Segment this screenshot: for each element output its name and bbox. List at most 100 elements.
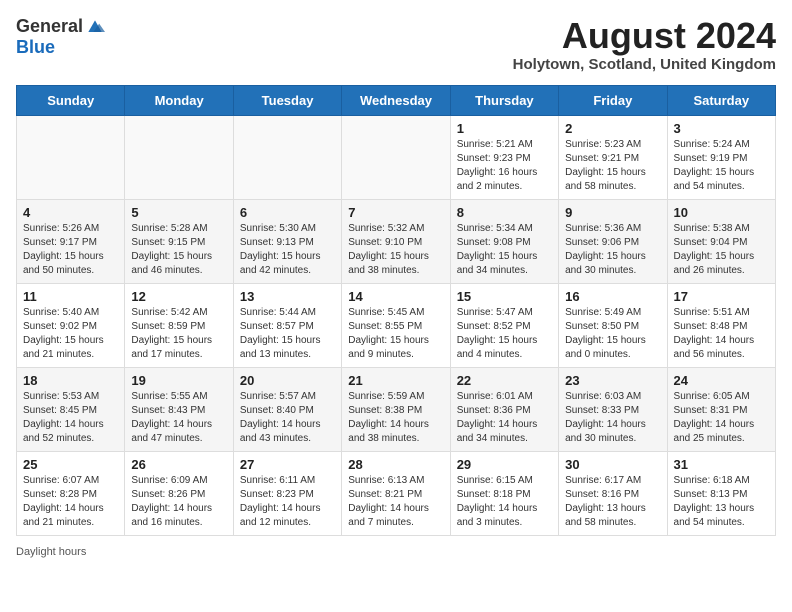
calendar-cell: 16 Sunrise: 5:49 AM Sunset: 8:50 PM Dayli…	[559, 283, 667, 367]
day-info: Sunrise: 6:11 AM Sunset: 8:23 PM Dayligh…	[240, 474, 335, 530]
day-number: 24	[674, 373, 769, 388]
day-info: Sunrise: 5:28 AM Sunset: 9:15 PM Dayligh…	[131, 222, 226, 278]
location-subtitle: Holytown, Scotland, United Kingdom	[513, 56, 776, 73]
day-info: Sunrise: 6:15 AM Sunset: 8:18 PM Dayligh…	[457, 474, 552, 530]
calendar-cell: 8Sunrise: 5:34 AM Sunset: 9:08 PM Daylig…	[450, 199, 558, 283]
day-info: Sunrise: 6:07 AM Sunset: 8:28 PM Dayligh…	[23, 474, 118, 530]
title-block: August 2024 Holytown, Scotland, United K…	[513, 16, 776, 73]
calendar-cell: 7 Sunrise: 5:32 AM Sunset: 9:10 PM Daylig…	[342, 199, 450, 283]
calendar-cell: 2 Sunrise: 5:23 AM Sunset: 9:21 PM Daylig…	[559, 115, 667, 199]
calendar-cell: 18Sunrise: 5:53 AM Sunset: 8:45 PM Dayli…	[17, 367, 125, 451]
calendar-cell: 14Sunrise: 5:45 AM Sunset: 8:55 PM Dayli…	[342, 283, 450, 367]
calendar-cell: 10Sunrise: 5:38 AM Sunset: 9:04 PM Dayli…	[667, 199, 775, 283]
calendar-week-row: 18Sunrise: 5:53 AM Sunset: 8:45 PM Dayli…	[17, 367, 776, 451]
weekday-header: Friday	[559, 85, 667, 115]
calendar-cell: 1 Sunrise: 5:21 AM Sunset: 9:23 PM Daylig…	[450, 115, 558, 199]
day-number: 21	[348, 373, 443, 388]
day-number: 1	[457, 121, 552, 136]
day-info: Sunrise: 5:57 AM Sunset: 8:40 PM Dayligh…	[240, 390, 335, 446]
day-info: Sunrise: 5:30 AM Sunset: 9:13 PM Dayligh…	[240, 222, 335, 278]
day-info: Sunrise: 5:40 AM Sunset: 9:02 PM Dayligh…	[23, 306, 118, 362]
calendar-cell: 5 Sunrise: 5:28 AM Sunset: 9:15 PM Daylig…	[125, 199, 233, 283]
calendar-cell: 30 Sunrise: 6:17 AM Sunset: 8:16 PM Dayli…	[559, 451, 667, 535]
calendar-table: SundayMondayTuesdayWednesdayThursdayFrid…	[16, 85, 776, 536]
day-number: 22	[457, 373, 552, 388]
day-info: Sunrise: 6:03 AM Sunset: 8:33 PM Dayligh…	[565, 390, 660, 446]
day-info: Sunrise: 5:38 AM Sunset: 9:04 PM Dayligh…	[674, 222, 769, 278]
weekday-header: Saturday	[667, 85, 775, 115]
logo: General Blue	[16, 16, 105, 58]
calendar-header-row: SundayMondayTuesdayWednesdayThursdayFrid…	[17, 85, 776, 115]
day-info: Sunrise: 6:01 AM Sunset: 8:36 PM Dayligh…	[457, 390, 552, 446]
calendar-cell: 31Sunrise: 6:18 AM Sunset: 8:13 PM Dayli…	[667, 451, 775, 535]
logo-general-text: General	[16, 16, 83, 37]
weekday-header: Tuesday	[233, 85, 341, 115]
day-number: 28	[348, 457, 443, 472]
calendar-cell: 24 Sunrise: 6:05 AM Sunset: 8:31 PM Dayli…	[667, 367, 775, 451]
day-number: 2	[565, 121, 660, 136]
day-info: Sunrise: 5:36 AM Sunset: 9:06 PM Dayligh…	[565, 222, 660, 278]
weekday-header: Wednesday	[342, 85, 450, 115]
calendar-cell: 25 Sunrise: 6:07 AM Sunset: 8:28 PM Dayli…	[17, 451, 125, 535]
calendar-cell: 27 Sunrise: 6:11 AM Sunset: 8:23 PM Dayli…	[233, 451, 341, 535]
calendar-cell: 11Sunrise: 5:40 AM Sunset: 9:02 PM Dayli…	[17, 283, 125, 367]
page-header: General Blue August 2024 Holytown, Scotl…	[16, 16, 776, 73]
calendar-cell: 22 Sunrise: 6:01 AM Sunset: 8:36 PM Dayli…	[450, 367, 558, 451]
day-number: 4	[23, 205, 118, 220]
day-info: Sunrise: 6:05 AM Sunset: 8:31 PM Dayligh…	[674, 390, 769, 446]
day-number: 20	[240, 373, 335, 388]
calendar-cell: 23 Sunrise: 6:03 AM Sunset: 8:33 PM Dayli…	[559, 367, 667, 451]
weekday-header: Thursday	[450, 85, 558, 115]
calendar-cell: 6 Sunrise: 5:30 AM Sunset: 9:13 PM Daylig…	[233, 199, 341, 283]
day-info: Sunrise: 6:17 AM Sunset: 8:16 PM Dayligh…	[565, 474, 660, 530]
day-number: 9	[565, 205, 660, 220]
calendar-week-row: 1 Sunrise: 5:21 AM Sunset: 9:23 PM Daylig…	[17, 115, 776, 199]
day-number: 7	[348, 205, 443, 220]
calendar-cell: 20 Sunrise: 5:57 AM Sunset: 8:40 PM Dayli…	[233, 367, 341, 451]
day-number: 30	[565, 457, 660, 472]
day-info: Sunrise: 5:59 AM Sunset: 8:38 PM Dayligh…	[348, 390, 443, 446]
day-info: Sunrise: 5:34 AM Sunset: 9:08 PM Dayligh…	[457, 222, 552, 278]
day-info: Sunrise: 5:45 AM Sunset: 8:55 PM Dayligh…	[348, 306, 443, 362]
day-number: 16	[565, 289, 660, 304]
calendar-cell	[342, 115, 450, 199]
calendar-cell: 3Sunrise: 5:24 AM Sunset: 9:19 PM Daylig…	[667, 115, 775, 199]
day-number: 31	[674, 457, 769, 472]
day-info: Sunrise: 5:49 AM Sunset: 8:50 PM Dayligh…	[565, 306, 660, 362]
month-year-title: August 2024	[513, 16, 776, 56]
day-number: 26	[131, 457, 226, 472]
day-info: Sunrise: 5:32 AM Sunset: 9:10 PM Dayligh…	[348, 222, 443, 278]
day-info: Sunrise: 6:13 AM Sunset: 8:21 PM Dayligh…	[348, 474, 443, 530]
day-info: Sunrise: 5:21 AM Sunset: 9:23 PM Dayligh…	[457, 138, 552, 194]
calendar-cell: 12 Sunrise: 5:42 AM Sunset: 8:59 PM Dayli…	[125, 283, 233, 367]
calendar-cell	[17, 115, 125, 199]
day-number: 17	[674, 289, 769, 304]
calendar-cell: 26Sunrise: 6:09 AM Sunset: 8:26 PM Dayli…	[125, 451, 233, 535]
calendar-cell: 17 Sunrise: 5:51 AM Sunset: 8:48 PM Dayli…	[667, 283, 775, 367]
day-info: Sunrise: 5:55 AM Sunset: 8:43 PM Dayligh…	[131, 390, 226, 446]
day-number: 23	[565, 373, 660, 388]
logo-icon	[85, 17, 105, 37]
day-info: Sunrise: 5:44 AM Sunset: 8:57 PM Dayligh…	[240, 306, 335, 362]
day-number: 29	[457, 457, 552, 472]
day-info: Sunrise: 5:24 AM Sunset: 9:19 PM Dayligh…	[674, 138, 769, 194]
day-number: 5	[131, 205, 226, 220]
calendar-cell	[125, 115, 233, 199]
calendar-week-row: 11Sunrise: 5:40 AM Sunset: 9:02 PM Dayli…	[17, 283, 776, 367]
day-info: Sunrise: 5:42 AM Sunset: 8:59 PM Dayligh…	[131, 306, 226, 362]
calendar-week-row: 4Sunrise: 5:26 AM Sunset: 9:17 PM Daylig…	[17, 199, 776, 283]
logo-blue-text: Blue	[16, 37, 55, 58]
day-number: 19	[131, 373, 226, 388]
day-info: Sunrise: 5:53 AM Sunset: 8:45 PM Dayligh…	[23, 390, 118, 446]
day-number: 12	[131, 289, 226, 304]
day-info: Sunrise: 5:47 AM Sunset: 8:52 PM Dayligh…	[457, 306, 552, 362]
daylight-label: Daylight hours	[16, 546, 86, 558]
day-info: Sunrise: 5:51 AM Sunset: 8:48 PM Dayligh…	[674, 306, 769, 362]
calendar-cell: 21 Sunrise: 5:59 AM Sunset: 8:38 PM Dayli…	[342, 367, 450, 451]
day-info: Sunrise: 5:23 AM Sunset: 9:21 PM Dayligh…	[565, 138, 660, 194]
calendar-week-row: 25 Sunrise: 6:07 AM Sunset: 8:28 PM Dayli…	[17, 451, 776, 535]
day-number: 25	[23, 457, 118, 472]
day-number: 13	[240, 289, 335, 304]
day-number: 6	[240, 205, 335, 220]
day-number: 27	[240, 457, 335, 472]
